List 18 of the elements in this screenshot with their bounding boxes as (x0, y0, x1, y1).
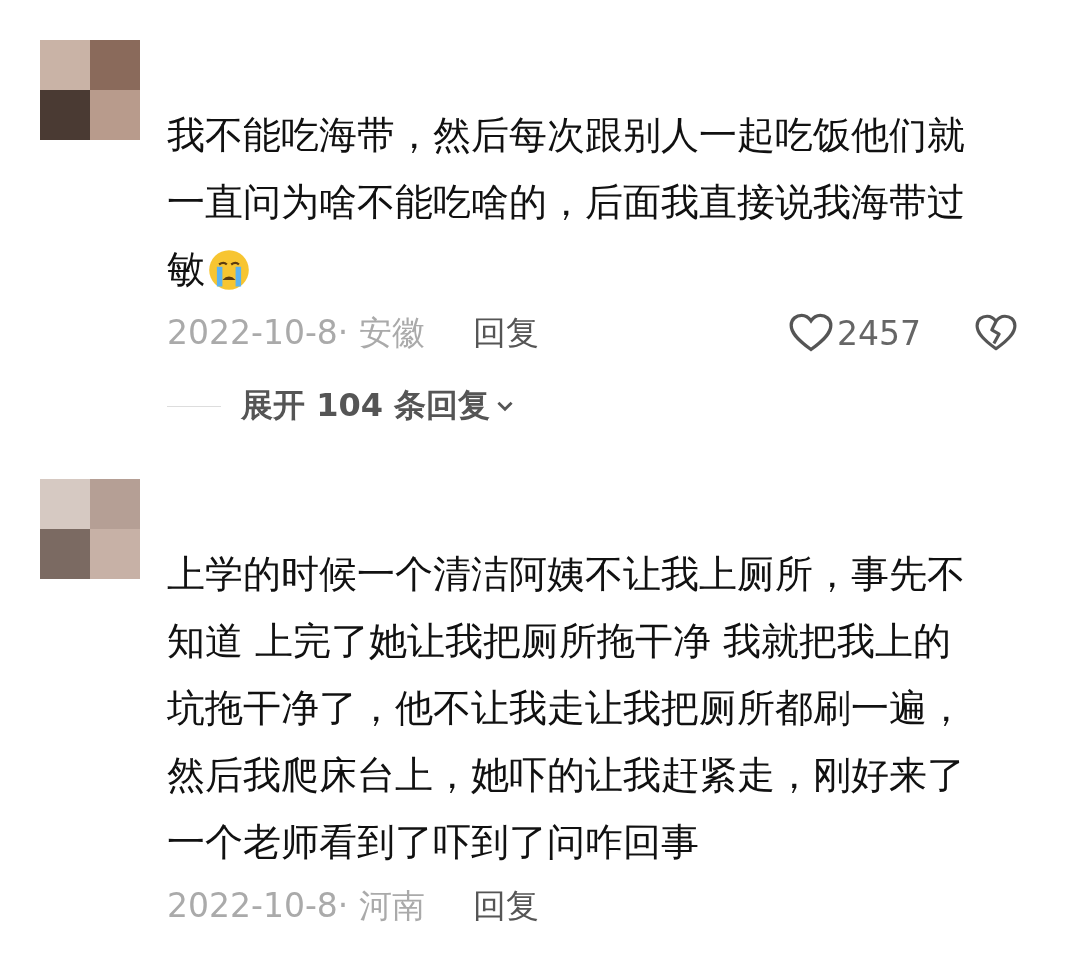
avatar[interactable] (40, 479, 140, 579)
comment-date-location: 2022-10-8· 河南 (167, 884, 425, 927)
comment-date-location: 2022-10-8· 安徽 (167, 311, 425, 354)
expand-replies-link[interactable]: 展开 104 条回复 (241, 384, 517, 428)
broken-heart-icon[interactable] (975, 314, 1017, 352)
reply-link[interactable]: 回复 (472, 883, 539, 929)
comment-line: 敏 (167, 246, 205, 293)
comment-line: 坑拖干净了，他不让我走让我把厕所都刷一遍， (167, 685, 965, 732)
avatar[interactable] (40, 40, 140, 140)
heart-icon[interactable] (789, 313, 833, 353)
reply-link[interactable]: 回复 (472, 310, 539, 356)
comment-line: 知道 上完了她让我把厕所拖干净 我就把我上的 (167, 618, 952, 665)
comment-line: 一个老师看到了吓到了问咋回事 (167, 819, 699, 866)
comment-line: 然后我爬床台上，她吓的让我赶紧走，刚好来了 (167, 752, 965, 799)
comment-line: 我不能吃海带，然后每次跟别人一起吃饭他们就 (167, 112, 965, 159)
comment-line: 上学的时候一个清洁阿姨不让我上厕所，事先不 (167, 551, 965, 598)
comment-line: 一直问为啥不能吃啥的，后面我直接说我海带过 (167, 179, 965, 226)
like-count: 2457 (837, 313, 921, 353)
